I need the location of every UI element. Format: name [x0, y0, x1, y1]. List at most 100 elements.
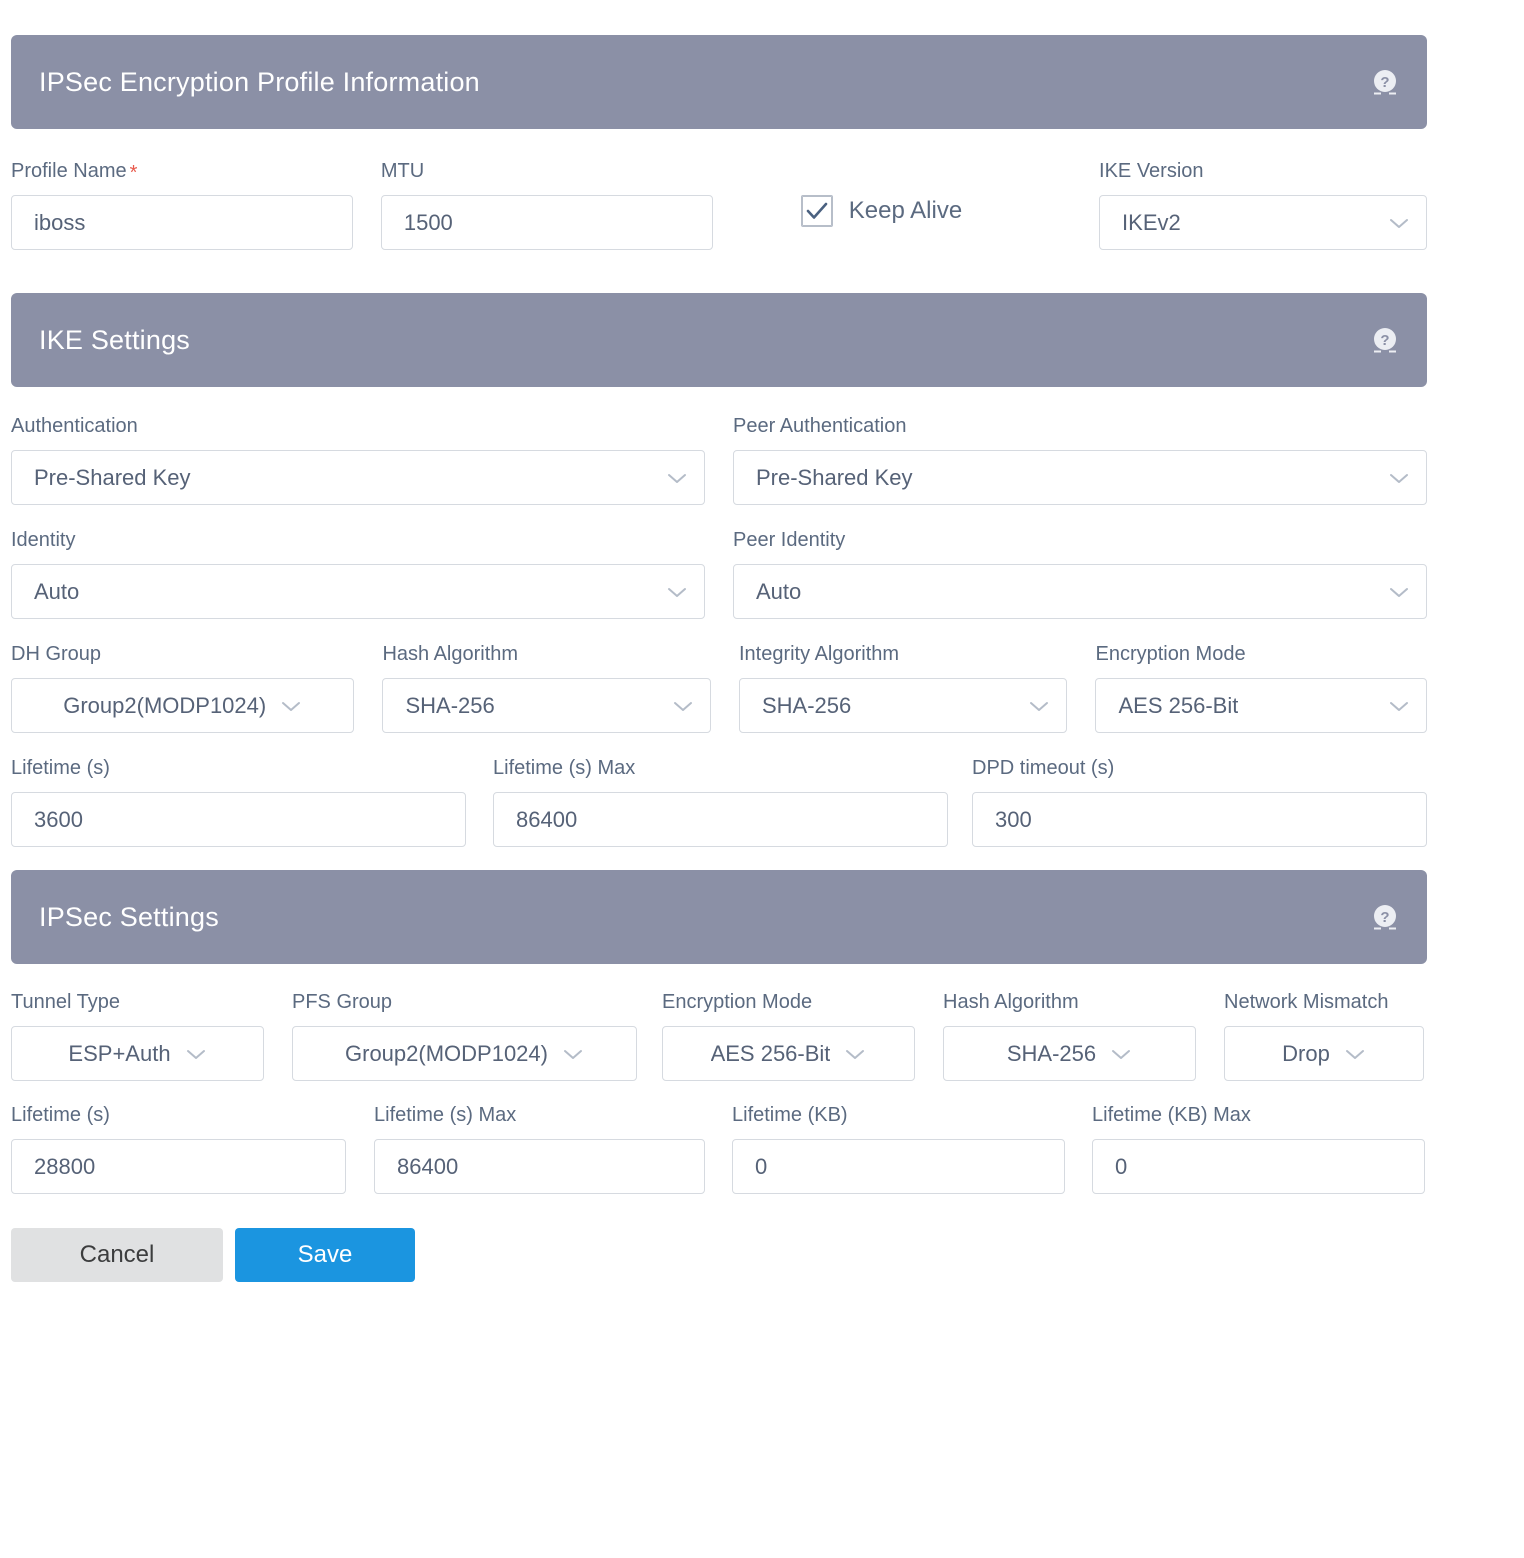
chevron-down-icon: [1344, 1047, 1366, 1061]
required-asterisk: *: [130, 162, 138, 184]
ike-lifetime-s-max-input[interactable]: 86400: [493, 792, 948, 847]
ike-encryption-mode-select[interactable]: AES 256-Bit: [1095, 678, 1427, 733]
section-header-profile-information: IPSec Encryption Profile Information ?: [11, 35, 1427, 129]
ike-encryption-mode-value: AES 256-Bit: [1118, 693, 1238, 719]
section-header-ike-settings: IKE Settings ?: [11, 293, 1427, 387]
label-dpd-timeout: DPD timeout (s): [972, 756, 1427, 780]
keep-alive-label: Keep Alive: [849, 197, 962, 225]
peer-authentication-value: Pre-Shared Key: [756, 465, 913, 491]
field-ike-encryption-mode: Encryption Mode AES 256-Bit: [1095, 642, 1427, 733]
hash-algorithm-value: SHA-256: [405, 693, 494, 719]
ipsec-hash-algorithm-select[interactable]: SHA-256: [943, 1026, 1196, 1081]
dpd-timeout-input[interactable]: 300: [972, 792, 1427, 847]
form-actions: Cancel Save: [0, 1228, 1524, 1282]
chevron-down-icon: [844, 1047, 866, 1061]
field-network-mismatch: Network Mismatch Drop: [1224, 990, 1424, 1081]
pfs-group-select[interactable]: Group2(MODP1024): [292, 1026, 637, 1081]
label-ike-encryption-mode: Encryption Mode: [1095, 642, 1427, 666]
chevron-down-icon: [1388, 471, 1410, 485]
label-ike-version: IKE Version: [1099, 159, 1427, 183]
peer-authentication-select[interactable]: Pre-Shared Key: [733, 450, 1427, 505]
save-button[interactable]: Save: [235, 1228, 415, 1282]
section-title-ipsec-settings: IPSec Settings: [39, 904, 219, 931]
label-peer-authentication: Peer Authentication: [733, 414, 1427, 438]
checkmark-icon[interactable]: [801, 195, 833, 227]
field-mtu: MTU 1500: [381, 159, 713, 250]
dh-group-value: Group2(MODP1024): [63, 693, 266, 719]
label-tunnel-type: Tunnel Type: [11, 990, 264, 1014]
ipsec-lifetime-s-input[interactable]: 28800: [11, 1139, 346, 1194]
label-mtu: MTU: [381, 159, 713, 183]
label-profile-name: Profile Name*: [11, 159, 353, 183]
ipsec-lifetime-s-max-input[interactable]: 86400: [374, 1139, 705, 1194]
ipsec-encryption-mode-value: AES 256-Bit: [711, 1041, 831, 1067]
network-mismatch-select[interactable]: Drop: [1224, 1026, 1424, 1081]
chevron-down-icon: [1388, 699, 1410, 713]
field-pfs-group: PFS Group Group2(MODP1024): [292, 990, 637, 1081]
label-ike-lifetime-s-max: Lifetime (s) Max: [493, 756, 948, 780]
label-lifetime-kb-max: Lifetime (KB) Max: [1092, 1103, 1425, 1127]
ike-version-value: IKEv2: [1122, 210, 1181, 236]
field-ike-lifetime-s-max: Lifetime (s) Max 86400: [493, 756, 948, 847]
field-hash-algorithm: Hash Algorithm SHA-256: [382, 642, 711, 733]
section-title-ike-settings: IKE Settings: [39, 327, 190, 354]
dh-group-select[interactable]: Group2(MODP1024): [11, 678, 354, 733]
identity-select[interactable]: Auto: [11, 564, 705, 619]
chevron-down-icon: [562, 1047, 584, 1061]
field-identity: Identity Auto: [11, 528, 705, 619]
label-ipsec-lifetime-s: Lifetime (s): [11, 1103, 346, 1127]
integrity-algorithm-select[interactable]: SHA-256: [739, 678, 1068, 733]
label-authentication: Authentication: [11, 414, 705, 438]
hash-algorithm-select[interactable]: SHA-256: [382, 678, 711, 733]
field-dh-group: DH Group Group2(MODP1024): [11, 642, 354, 733]
cancel-button[interactable]: Cancel: [11, 1228, 223, 1282]
field-peer-identity: Peer Identity Auto: [733, 528, 1427, 619]
label-dh-group: DH Group: [11, 642, 354, 666]
chevron-down-icon: [280, 699, 302, 713]
ipsec-encryption-profile-form: IPSec Encryption Profile Information ? P…: [0, 0, 1524, 1558]
field-lifetime-kb: Lifetime (KB) 0: [732, 1103, 1065, 1194]
field-keep-alive: Keep Alive: [801, 159, 1098, 227]
field-dpd-timeout: DPD timeout (s) 300: [972, 756, 1427, 847]
tunnel-type-value: ESP+Auth: [68, 1041, 170, 1067]
chevron-down-icon: [666, 471, 688, 485]
keep-alive-checkbox[interactable]: Keep Alive: [801, 195, 1098, 227]
lifetime-kb-max-input[interactable]: 0: [1092, 1139, 1425, 1194]
ipsec-hash-algorithm-value: SHA-256: [1007, 1041, 1096, 1067]
mtu-input[interactable]: 1500: [381, 195, 713, 250]
label-ipsec-encryption-mode: Encryption Mode: [662, 990, 915, 1014]
network-mismatch-value: Drop: [1282, 1041, 1330, 1067]
ipsec-encryption-mode-select[interactable]: AES 256-Bit: [662, 1026, 915, 1081]
help-circle-icon[interactable]: ?: [1371, 68, 1399, 96]
field-authentication: Authentication Pre-Shared Key: [11, 414, 705, 505]
label-identity: Identity: [11, 528, 705, 552]
label-ike-lifetime-s: Lifetime (s): [11, 756, 466, 780]
help-circle-icon[interactable]: ?: [1371, 326, 1399, 354]
identity-value: Auto: [34, 579, 79, 605]
ike-lifetime-s-input[interactable]: 3600: [11, 792, 466, 847]
field-lifetime-kb-max: Lifetime (KB) Max 0: [1092, 1103, 1425, 1194]
authentication-value: Pre-Shared Key: [34, 465, 191, 491]
chevron-down-icon: [1388, 216, 1410, 230]
integrity-algorithm-value: SHA-256: [762, 693, 851, 719]
svg-text:?: ?: [1380, 332, 1389, 349]
field-ipsec-hash-algorithm: Hash Algorithm SHA-256: [943, 990, 1196, 1081]
label-ipsec-hash-algorithm: Hash Algorithm: [943, 990, 1196, 1014]
profile-name-input[interactable]: iboss: [11, 195, 353, 250]
pfs-group-value: Group2(MODP1024): [345, 1041, 548, 1067]
field-ike-lifetime-s: Lifetime (s) 3600: [11, 756, 466, 847]
section-title-profile-information: IPSec Encryption Profile Information: [39, 69, 480, 96]
field-ipsec-encryption-mode: Encryption Mode AES 256-Bit: [662, 990, 915, 1081]
peer-identity-select[interactable]: Auto: [733, 564, 1427, 619]
lifetime-kb-input[interactable]: 0: [732, 1139, 1065, 1194]
tunnel-type-select[interactable]: ESP+Auth: [11, 1026, 264, 1081]
peer-identity-value: Auto: [756, 579, 801, 605]
svg-text:?: ?: [1380, 909, 1389, 926]
help-circle-icon[interactable]: ?: [1371, 903, 1399, 931]
authentication-select[interactable]: Pre-Shared Key: [11, 450, 705, 505]
label-network-mismatch: Network Mismatch: [1224, 990, 1424, 1014]
field-ipsec-lifetime-s-max: Lifetime (s) Max 86400: [374, 1103, 705, 1194]
chevron-down-icon: [666, 585, 688, 599]
ike-version-select[interactable]: IKEv2: [1099, 195, 1427, 250]
section-header-ipsec-settings: IPSec Settings ?: [11, 870, 1427, 964]
